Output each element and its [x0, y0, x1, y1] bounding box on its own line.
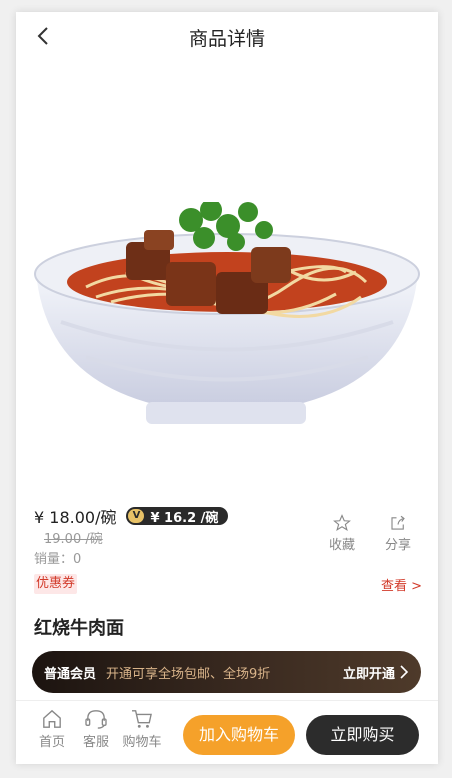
- star-icon: [333, 514, 351, 531]
- favorite-button[interactable]: 收藏: [322, 514, 362, 553]
- add-to-cart-button[interactable]: 加入购物车: [183, 715, 295, 755]
- page-title: 商品详情: [188, 28, 265, 50]
- cart-icon: [132, 710, 152, 728]
- nav-home-label: 首页: [38, 735, 65, 750]
- original-price: 19.00 /碗: [44, 532, 103, 547]
- vip-icon: V: [128, 509, 145, 523]
- member-desc: 开通可享全场包邮、全场9折: [106, 666, 271, 682]
- nav-service[interactable]: 客服: [76, 709, 116, 750]
- sales-count: 销量：0: [34, 552, 82, 567]
- product-image: [34, 202, 420, 424]
- header: 商品详情: [16, 12, 438, 60]
- nav-service-label: 客服: [82, 735, 109, 750]
- vip-price-badge: V ¥ 16.2 /碗: [126, 507, 229, 526]
- bottom-bar: 首页 客服 购物车 加入购物车 立即购买: [16, 700, 438, 764]
- favorite-label: 收藏: [328, 538, 355, 553]
- product-name: 红烧牛肉面: [34, 618, 124, 639]
- activate-membership-button[interactable]: 立即开通: [343, 663, 409, 682]
- share-label: 分享: [384, 538, 411, 553]
- nav-cart[interactable]: 购物车: [118, 709, 166, 750]
- coupon-badge: 优惠券: [34, 574, 78, 594]
- nav-cart-label: 购物车: [122, 735, 162, 750]
- product-detail-page: 商品详情 ¥ 18.00/碗 V ¥ 16.2 /碗 19.00 /碗 销量：0…: [16, 12, 438, 764]
- home-icon: [43, 709, 61, 728]
- vip-price: ¥ 16.2 /碗: [150, 510, 219, 526]
- member-level: 普通会员: [44, 666, 97, 682]
- price-row: ¥ 18.00/碗 V ¥ 16.2 /碗: [34, 504, 229, 528]
- view-coupon-link[interactable]: 查看 >: [381, 575, 422, 594]
- buy-now-button[interactable]: 立即购买: [306, 715, 419, 755]
- nav-home[interactable]: 首页: [32, 709, 72, 750]
- share-button[interactable]: 分享: [378, 514, 418, 553]
- member-banner[interactable]: 普通会员 开通可享全场包邮、全场9折 立即开通: [32, 651, 421, 693]
- chevron-right-icon: [400, 665, 409, 679]
- activate-label: 立即开通: [342, 666, 395, 682]
- price: ¥ 18.00/碗: [34, 508, 117, 527]
- share-icon: [391, 515, 405, 530]
- headset-icon: [85, 710, 107, 729]
